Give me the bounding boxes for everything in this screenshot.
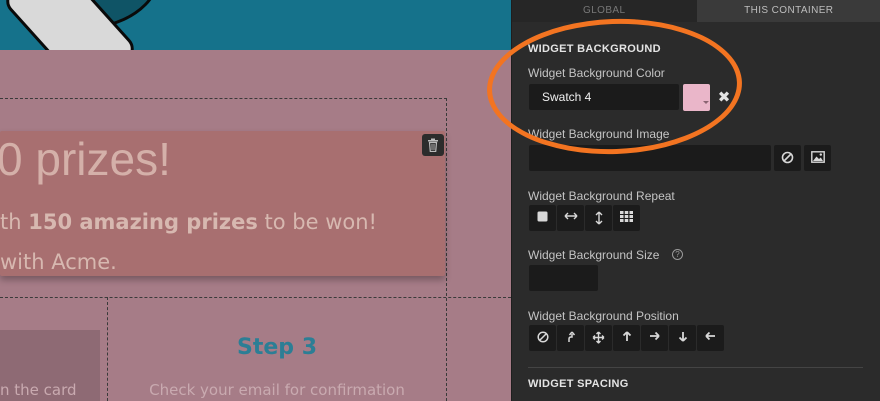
turn-up-arrow-icon xyxy=(567,331,575,342)
prize-description-line1: th 150 amazing prizes to be won! xyxy=(0,210,377,234)
help-icon[interactable]: ? xyxy=(672,249,683,260)
arrow-down-icon xyxy=(678,332,687,342)
remove-image-button[interactable] xyxy=(774,145,801,171)
move-arrows-icon xyxy=(592,331,605,344)
tab-this-container[interactable]: THIS CONTAINER xyxy=(696,0,880,22)
background-position-label: Widget Background Position xyxy=(528,309,679,323)
repeat-both-button[interactable] xyxy=(613,205,640,231)
hero-section[interactable] xyxy=(0,0,511,50)
square-icon xyxy=(537,211,548,222)
position-top-button[interactable] xyxy=(613,325,640,351)
prize-text-pre: th xyxy=(0,210,29,234)
step2-text: n the card xyxy=(0,381,77,399)
repeat-y-button[interactable] xyxy=(585,205,612,231)
vertical-arrows-icon xyxy=(595,211,602,225)
position-right-button[interactable] xyxy=(641,325,668,351)
repeat-x-button[interactable] xyxy=(557,205,584,231)
container-outline-top xyxy=(0,98,447,99)
background-size-label: Widget Background Size xyxy=(528,248,660,262)
prize-text-post: to be won! xyxy=(257,210,377,234)
grid-icon xyxy=(620,211,633,222)
trash-icon xyxy=(428,138,438,152)
arrow-left-icon xyxy=(705,331,715,341)
step3-heading: Step 3 xyxy=(237,335,317,360)
arrow-up-icon xyxy=(622,331,631,341)
row-outline-top xyxy=(0,297,511,298)
prize-heading: 0 prizes! xyxy=(0,133,171,185)
background-size-select[interactable] xyxy=(529,265,598,291)
step3-text: Check your email for confirmation xyxy=(149,381,405,399)
arrow-right-icon xyxy=(650,331,660,341)
no-position-icon xyxy=(536,331,549,343)
container-outline-right xyxy=(446,98,447,401)
repeat-none-button[interactable] xyxy=(529,205,556,231)
no-image-icon xyxy=(781,151,794,164)
editor-canvas[interactable]: 0 prizes! th 150 amazing prizes to be wo… xyxy=(0,0,511,401)
prize-text-bold: 150 amazing prizes xyxy=(28,210,258,234)
prize-description-line2: with Acme. xyxy=(0,250,117,274)
position-center-button[interactable] xyxy=(585,325,612,351)
image-icon xyxy=(810,151,825,163)
position-bottom-button[interactable] xyxy=(669,325,696,351)
delete-widget-button[interactable] xyxy=(422,134,444,156)
position-left-button[interactable] xyxy=(697,325,724,351)
position-top-left-button[interactable] xyxy=(557,325,584,351)
horizontal-arrows-icon xyxy=(564,212,577,220)
section-divider xyxy=(528,367,863,368)
background-repeat-label: Widget Background Repeat xyxy=(528,189,675,203)
choose-image-button[interactable] xyxy=(804,145,831,171)
widget-spacing-heading: WIDGET SPACING xyxy=(528,378,629,390)
position-none-button[interactable] xyxy=(529,325,556,351)
panel-tabs: GLOBAL THIS CONTAINER xyxy=(512,0,880,22)
